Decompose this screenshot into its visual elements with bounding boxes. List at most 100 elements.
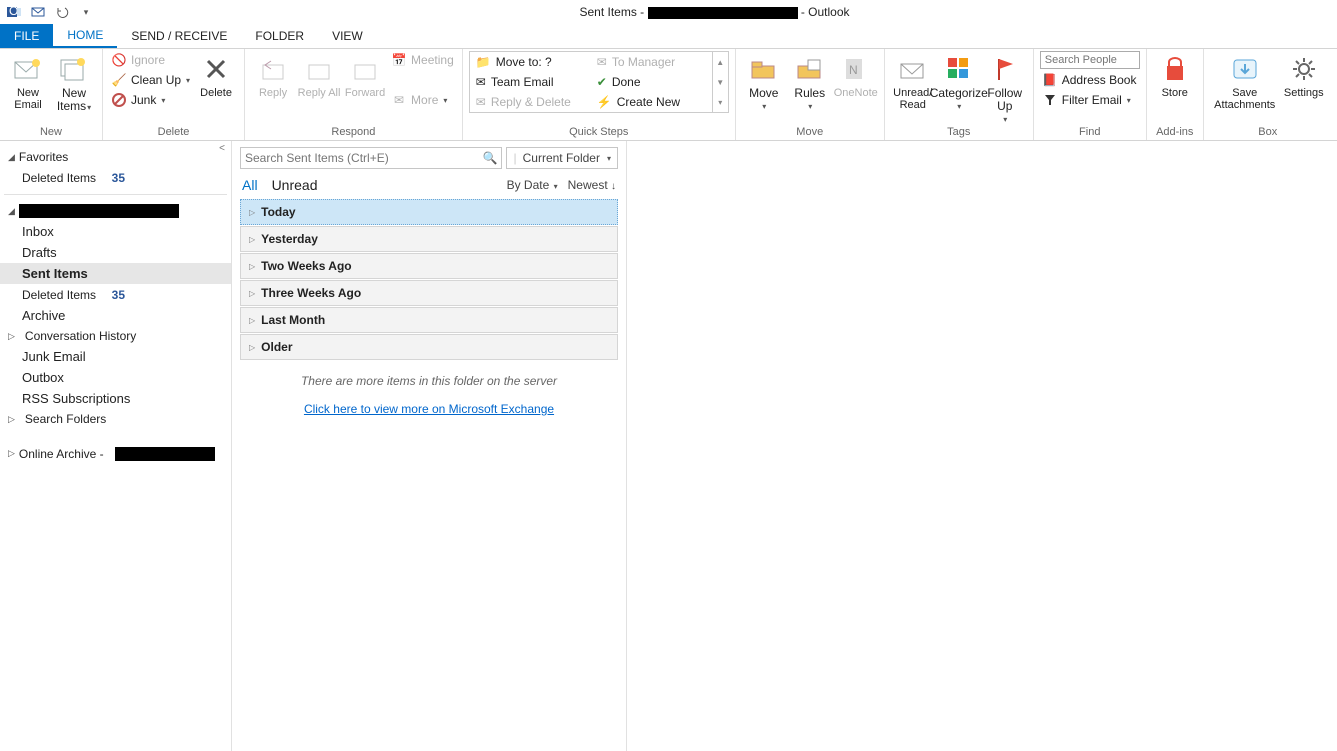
favorites-header[interactable]: ◢Favorites bbox=[0, 147, 231, 167]
delete-button[interactable]: Delete bbox=[194, 51, 238, 99]
qs-reply-delete[interactable]: ✉Reply & Delete bbox=[470, 92, 591, 112]
group-older[interactable]: ▷Older bbox=[240, 334, 618, 360]
move-icon bbox=[748, 53, 780, 85]
new-email-label: New Email bbox=[6, 87, 50, 111]
group-three-weeks[interactable]: ▷Three Weeks Ago bbox=[240, 280, 618, 306]
unread-read-button[interactable]: Unread/ Read bbox=[891, 51, 935, 111]
more-icon: ✉ bbox=[391, 92, 407, 108]
cleanup-button[interactable]: 🧹Clean Up▾ bbox=[109, 71, 192, 89]
onenote-button[interactable]: N OneNote bbox=[834, 51, 878, 99]
tab-send-receive[interactable]: SEND / RECEIVE bbox=[117, 24, 241, 48]
group-move-label: Move bbox=[742, 126, 878, 140]
address-book-button[interactable]: 📕Address Book bbox=[1040, 71, 1140, 89]
tab-file[interactable]: FILE bbox=[0, 24, 53, 48]
search-box[interactable]: 🔍 bbox=[240, 147, 502, 169]
rules-button[interactable]: Rules▾ bbox=[788, 51, 832, 113]
group-respond-label: Respond bbox=[251, 126, 456, 140]
qs-create-new[interactable]: ⚡Create New bbox=[591, 92, 712, 112]
filter-all[interactable]: All bbox=[242, 177, 258, 193]
title-right: - Outlook bbox=[801, 5, 850, 19]
search-input[interactable] bbox=[245, 151, 483, 165]
group-last-month[interactable]: ▷Last Month bbox=[240, 307, 618, 333]
quicksteps-gallery[interactable]: 📁Move to: ? ✉Team Email ✉Reply & Delete … bbox=[469, 51, 729, 113]
nav-outbox[interactable]: Outbox bbox=[0, 367, 231, 388]
filter-email-button[interactable]: Filter Email▾ bbox=[1040, 91, 1140, 109]
nav-separator bbox=[4, 194, 227, 195]
folder-move-icon: 📁 bbox=[476, 55, 491, 69]
new-items-button[interactable]: New Items▾ bbox=[52, 51, 96, 114]
new-email-button[interactable]: New Email bbox=[6, 51, 50, 111]
view-more-link[interactable]: Click here to view more on Microsoft Exc… bbox=[304, 402, 554, 416]
online-archive-header[interactable]: ▷Online Archive - bbox=[0, 443, 231, 464]
caret-right-icon: ▷ bbox=[249, 289, 255, 298]
tab-view[interactable]: VIEW bbox=[318, 24, 377, 48]
more-respond-button[interactable]: ✉More▾ bbox=[389, 91, 456, 109]
title-left: Sent Items - bbox=[579, 5, 644, 19]
new-items-label: New Items▾ bbox=[52, 87, 96, 114]
tab-home[interactable]: HOME bbox=[53, 24, 117, 48]
group-find: 📕Address Book Filter Email▾ Find bbox=[1034, 49, 1147, 140]
meeting-icon: 📅 bbox=[391, 52, 407, 68]
tab-folder[interactable]: FOLDER bbox=[241, 24, 318, 48]
save-attachments-button[interactable]: Save Attachments bbox=[1210, 51, 1280, 111]
nav-rss[interactable]: RSS Subscriptions bbox=[0, 388, 231, 409]
move-button[interactable]: Move▾ bbox=[742, 51, 786, 113]
search-scope-dropdown[interactable]: |Current Folder▾ bbox=[506, 147, 618, 169]
categorize-icon bbox=[943, 53, 975, 85]
caret-right-icon: ▷ bbox=[8, 448, 15, 459]
junk-button[interactable]: Junk▾ bbox=[109, 91, 192, 109]
caret-down-icon: ◢ bbox=[8, 206, 15, 217]
search-people-input[interactable] bbox=[1040, 51, 1140, 69]
group-tags-label: Tags bbox=[891, 126, 1027, 140]
group-today[interactable]: ▷Today bbox=[240, 199, 618, 225]
svg-text:N: N bbox=[849, 63, 858, 77]
qs-to-manager[interactable]: ✉To Manager bbox=[591, 52, 712, 72]
group-yesterday[interactable]: ▷Yesterday bbox=[240, 226, 618, 252]
group-addins: Store Add-ins bbox=[1147, 49, 1204, 140]
nav-search-folders[interactable]: ▷Search Folders bbox=[0, 409, 231, 429]
qs-expand[interactable]: ▾ bbox=[713, 92, 728, 112]
caret-right-icon: ▷ bbox=[249, 262, 255, 271]
nav-deleted-items[interactable]: Deleted Items 35 bbox=[0, 284, 231, 305]
qs-moveto[interactable]: 📁Move to: ? bbox=[470, 52, 591, 72]
reply-button[interactable]: Reply bbox=[251, 51, 295, 99]
message-list-pane: 🔍 |Current Folder▾ All Unread By Date ▾ … bbox=[232, 141, 627, 751]
caret-right-icon: ▷ bbox=[8, 331, 15, 342]
nav-drafts[interactable]: Drafts bbox=[0, 242, 231, 263]
undo-icon[interactable] bbox=[52, 2, 72, 22]
group-two-weeks[interactable]: ▷Two Weeks Ago bbox=[240, 253, 618, 279]
nav-inbox[interactable]: Inbox bbox=[0, 221, 231, 242]
sort-newest[interactable]: Newest ↓ bbox=[568, 178, 616, 192]
qs-scroll-up[interactable]: ▲ bbox=[713, 52, 728, 72]
followup-button[interactable]: Follow Up▾ bbox=[983, 51, 1027, 126]
store-button[interactable]: Store bbox=[1153, 51, 1197, 99]
reply-icon bbox=[257, 53, 289, 85]
collapse-nav-icon[interactable]: < bbox=[219, 143, 225, 154]
meeting-button[interactable]: 📅Meeting bbox=[389, 51, 456, 69]
reply-all-button[interactable]: Reply All bbox=[297, 51, 341, 99]
account-header[interactable]: ◢ bbox=[0, 201, 231, 221]
save-attachments-icon bbox=[1229, 53, 1261, 85]
nav-junk[interactable]: Junk Email bbox=[0, 346, 231, 367]
qs-scroll-down[interactable]: ▼ bbox=[713, 72, 728, 92]
caret-right-icon: ▷ bbox=[249, 343, 255, 352]
settings-button[interactable]: Settings bbox=[1282, 51, 1326, 99]
address-book-icon: 📕 bbox=[1042, 72, 1058, 88]
filter-unread[interactable]: Unread bbox=[272, 177, 318, 193]
sort-by-date[interactable]: By Date ▾ bbox=[507, 178, 558, 192]
nav-archive[interactable]: Archive bbox=[0, 305, 231, 326]
group-quicksteps: 📁Move to: ? ✉Team Email ✉Reply & Delete … bbox=[463, 49, 736, 140]
search-icon[interactable]: 🔍 bbox=[483, 151, 498, 165]
group-new: New Email New Items▾ New bbox=[0, 49, 103, 140]
nav-conversation-history[interactable]: ▷Conversation History bbox=[0, 326, 231, 346]
ignore-button[interactable]: 🚫Ignore bbox=[109, 51, 192, 69]
qs-done[interactable]: ✔Done bbox=[591, 72, 712, 92]
qs-team-email[interactable]: ✉Team Email bbox=[470, 72, 591, 92]
nav-sent-items[interactable]: Sent Items bbox=[0, 263, 231, 284]
forward-button[interactable]: Forward bbox=[343, 51, 387, 99]
send-receive-icon[interactable] bbox=[28, 2, 48, 22]
fav-deleted-items[interactable]: Deleted Items 35 bbox=[0, 167, 231, 188]
rules-icon bbox=[794, 53, 826, 85]
categorize-button[interactable]: Categorize▾ bbox=[937, 51, 981, 113]
qat-customize-icon[interactable]: ▾ bbox=[76, 2, 96, 22]
